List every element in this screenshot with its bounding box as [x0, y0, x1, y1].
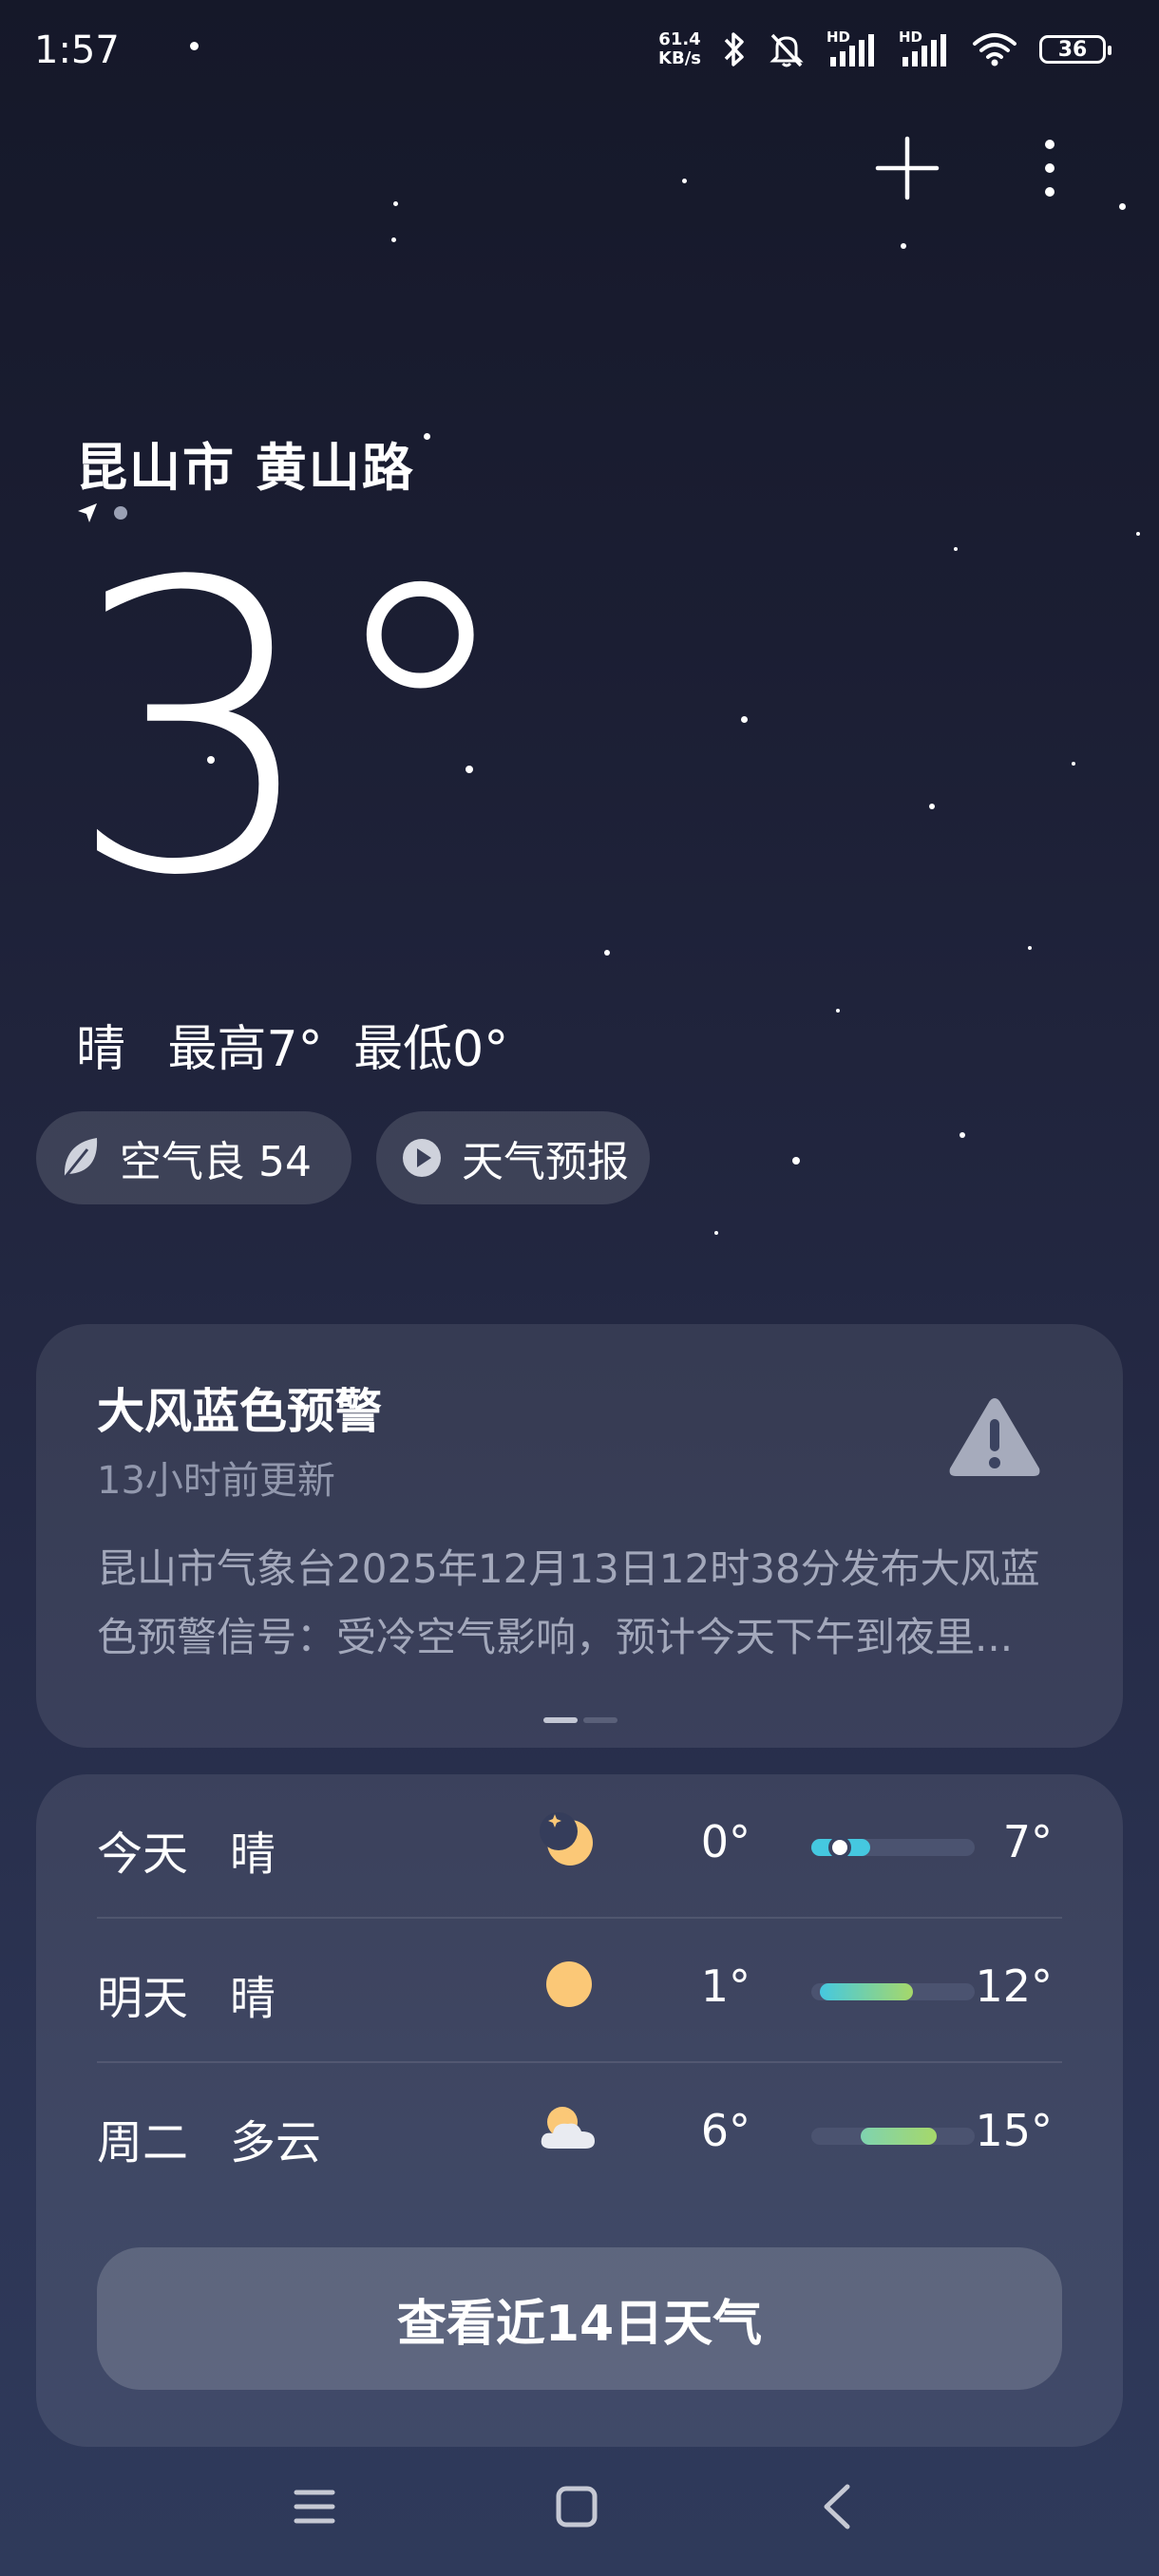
- forecast-card: 今天 晴 0° 7° 明天 晴 1° 12° 周二 多云 6° 15° 查看近1…: [36, 1774, 1123, 2447]
- wifi-icon: [973, 33, 1016, 66]
- forecast-condition: 多云: [230, 2116, 322, 2169]
- current-temp-marker: [828, 1836, 851, 1859]
- partly-cloudy-icon: [541, 2107, 595, 2149]
- weather-forecast-chip[interactable]: 天气预报: [376, 1111, 650, 1204]
- add-city-button[interactable]: [872, 133, 942, 203]
- alert-title: 大风蓝色预警: [97, 1384, 382, 1439]
- forecast-row-tuesday[interactable]: 周二 多云 6° 15°: [97, 2063, 1062, 2206]
- temperature-range-bar: [811, 2128, 975, 2145]
- air-quality-label: 空气良 54: [120, 1138, 312, 1186]
- temperature-range-fill: [860, 2128, 938, 2145]
- forecast-row-tomorrow[interactable]: 明天 晴 1° 12°: [97, 1919, 1062, 2061]
- menu-nav-button[interactable]: [281, 2473, 348, 2540]
- forecast-condition: 晴: [230, 1972, 276, 2025]
- high-temp: 最高7°: [167, 1021, 323, 1078]
- forecast-condition: 晴: [230, 1828, 276, 1881]
- more-options-button[interactable]: [1036, 133, 1064, 203]
- warning-icon: [949, 1398, 1040, 1476]
- battery-icon: 36: [1039, 35, 1112, 64]
- view-14-day-button[interactable]: 查看近14日天气: [97, 2247, 1062, 2390]
- home-nav-button[interactable]: [543, 2473, 610, 2540]
- pager-dot-active: [543, 1717, 578, 1723]
- forecast-high: 12°: [975, 1960, 1053, 2012]
- signal-2: HD: [899, 28, 950, 68]
- current-condition: 晴: [76, 1021, 126, 1078]
- moon-icon: [540, 1812, 593, 1866]
- mute-bell-icon: [770, 33, 804, 67]
- forecast-low: 1°: [700, 1960, 750, 2012]
- status-icons: 61.4 KB/s HD HD 36: [658, 28, 1112, 68]
- weather-forecast-label: 天气预报: [462, 1138, 629, 1186]
- signal-1: HD: [826, 28, 878, 68]
- forecast-high: 15°: [975, 2105, 1053, 2156]
- alert-pager: [543, 1717, 618, 1723]
- temperature-range-bar: [811, 1836, 975, 1859]
- forecast-high: 7°: [1002, 1816, 1053, 1867]
- forecast-low: 0°: [700, 1816, 750, 1867]
- low-temp: 最低0°: [353, 1021, 509, 1078]
- forecast-low: 6°: [700, 2105, 750, 2156]
- status-time: 1:57: [34, 28, 120, 72]
- net-speed: 61.4 KB/s: [658, 30, 701, 68]
- play-icon: [403, 1139, 441, 1177]
- temperature-range-fill: [819, 1983, 913, 2000]
- condition-line: 晴 最高7° 最低0°: [76, 1009, 535, 1080]
- pager-dot: [583, 1717, 618, 1723]
- net-speed-value: 61.4: [658, 29, 701, 49]
- net-speed-unit: KB/s: [658, 48, 701, 68]
- forecast-row-today[interactable]: 今天 晴 0° 7°: [97, 1774, 1062, 1917]
- bluetooth-icon: [724, 32, 744, 66]
- signal-icon: [830, 34, 874, 66]
- forecast-day: 今天: [97, 1828, 189, 1881]
- forecast-day: 周二: [97, 2116, 189, 2169]
- leaf-icon: [63, 1138, 98, 1179]
- temperature-range-bar: [811, 1983, 975, 2000]
- weather-alert-card[interactable]: 大风蓝色预警 13小时前更新 昆山市气象台2025年12月13日12时38分发布…: [36, 1324, 1123, 1748]
- location-title[interactable]: 昆山市 黄山路: [76, 426, 415, 501]
- back-nav-button[interactable]: [806, 2473, 872, 2540]
- forecast-day: 明天: [97, 1972, 189, 2025]
- alert-updated: 13小时前更新: [97, 1459, 335, 1503]
- sun-icon: [546, 1961, 592, 2007]
- current-temperature: 3°: [66, 499, 521, 963]
- alert-body: 昆山市气象台2025年12月13日12时38分发布大风蓝色预警信号：受冷空气影响…: [97, 1545, 1040, 1660]
- signal-icon: [902, 34, 946, 66]
- air-quality-chip[interactable]: 空气良 54: [36, 1111, 352, 1204]
